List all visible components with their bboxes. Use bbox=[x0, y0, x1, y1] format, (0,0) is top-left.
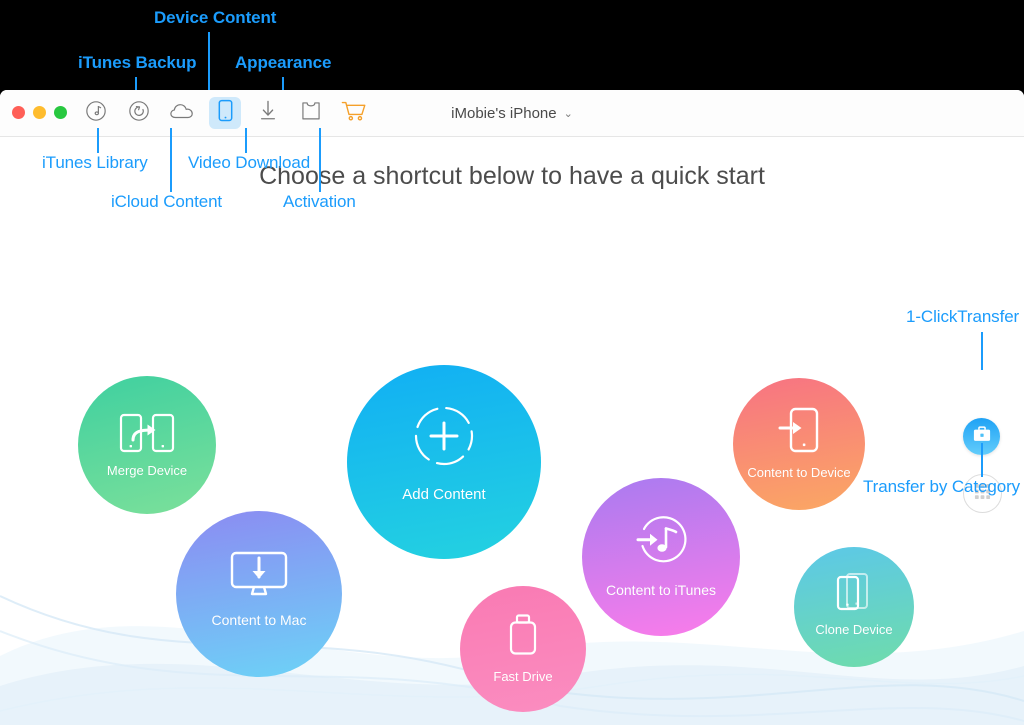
annotation-line-icloud-content bbox=[170, 128, 172, 192]
cloud-icon bbox=[169, 100, 195, 127]
close-button-icon[interactable] bbox=[12, 106, 25, 119]
shortcut-label: Fast Drive bbox=[493, 669, 553, 684]
window-titlebar: iMobie's iPhone ⌄ bbox=[0, 90, 1024, 137]
minimize-button-icon[interactable] bbox=[33, 106, 46, 119]
shortcut-label: Clone Device bbox=[815, 622, 893, 637]
shortcut-merge-device[interactable]: Merge Device bbox=[78, 376, 216, 514]
shortcut-label: Add Content bbox=[402, 486, 486, 503]
toolbar-item-appearance[interactable] bbox=[295, 97, 327, 129]
toolbar-item-itunes-backup[interactable] bbox=[123, 97, 155, 129]
annotation-one-click-transfer: 1-ClickTransfer bbox=[906, 307, 1020, 326]
music-note-circle-icon bbox=[85, 100, 107, 127]
annotation-line-video-download bbox=[245, 128, 247, 153]
chevron-down-icon[interactable]: ⌄ bbox=[564, 107, 573, 120]
tshirt-icon bbox=[299, 100, 323, 127]
restore-circle-icon bbox=[128, 100, 150, 127]
shortcut-label: Content to Device bbox=[747, 465, 851, 480]
annotation-video-download: Video Download bbox=[188, 153, 311, 172]
shortcut-content-to-itunes[interactable]: Content to iTunes bbox=[582, 478, 740, 636]
content-area: Choose a shortcut below to have a quick … bbox=[0, 137, 1024, 725]
toolbar-item-device-content[interactable] bbox=[209, 97, 241, 129]
annotation-activation: Activation bbox=[283, 192, 356, 211]
phone-arrow-in-icon bbox=[777, 406, 821, 454]
two-phones-overlap-icon bbox=[831, 572, 877, 612]
toolbar-item-activation[interactable] bbox=[338, 97, 370, 129]
monitor-download-icon bbox=[228, 549, 290, 597]
main-toolbar bbox=[80, 90, 370, 136]
shortcut-content-to-device[interactable]: Content to Device bbox=[733, 378, 865, 510]
app-window: iMobie's iPhone ⌄ Choose a shortcut belo… bbox=[0, 90, 1024, 725]
annotation-itunes-library: iTunes Library bbox=[42, 153, 148, 172]
two-phones-arrow-icon bbox=[118, 412, 176, 454]
device-name-label: iMobie's iPhone bbox=[451, 104, 557, 122]
phone-icon bbox=[218, 99, 233, 127]
shortcut-label: Merge Device bbox=[106, 463, 188, 478]
shopping-cart-icon bbox=[341, 99, 367, 127]
annotation-line-activation bbox=[319, 128, 321, 192]
shortcut-content-to-mac[interactable]: Content to Mac bbox=[176, 511, 342, 677]
toolbar-item-icloud-content[interactable] bbox=[166, 97, 198, 129]
toolbar-item-video-download[interactable] bbox=[252, 97, 284, 129]
shortcut-add-content[interactable]: Add Content bbox=[347, 365, 541, 559]
annotation-device-content: Device Content bbox=[154, 8, 277, 27]
annotation-line-itunes-library bbox=[97, 128, 99, 153]
shortcut-label: Content to Mac bbox=[211, 612, 307, 628]
usb-drive-icon bbox=[506, 613, 540, 657]
maximize-button-icon[interactable] bbox=[54, 106, 67, 119]
annotation-line-one-click-transfer bbox=[981, 332, 983, 370]
annotation-line-device-content bbox=[208, 32, 210, 90]
download-arrow-icon bbox=[258, 99, 278, 127]
annotation-transfer-by-category: Transfer by Category bbox=[863, 477, 1021, 496]
annotation-itunes-backup: iTunes Backup bbox=[78, 53, 197, 72]
page-title: Choose a shortcut below to have a quick … bbox=[259, 162, 765, 190]
traffic-lights bbox=[12, 106, 67, 119]
shortcut-clone-device[interactable]: Clone Device bbox=[794, 547, 914, 667]
annotation-appearance: Appearance bbox=[235, 53, 332, 72]
toolbar-item-itunes-library[interactable] bbox=[80, 97, 112, 129]
annotation-icloud-content: iCloud Content bbox=[111, 192, 223, 211]
shortcut-label: Content to iTunes bbox=[606, 582, 716, 598]
shortcut-fast-drive[interactable]: Fast Drive bbox=[460, 586, 586, 712]
dashed-circle-plus-icon bbox=[412, 404, 476, 468]
annotation-line-transfer-by-category bbox=[981, 443, 983, 477]
arrow-into-music-circle-icon bbox=[630, 511, 692, 569]
